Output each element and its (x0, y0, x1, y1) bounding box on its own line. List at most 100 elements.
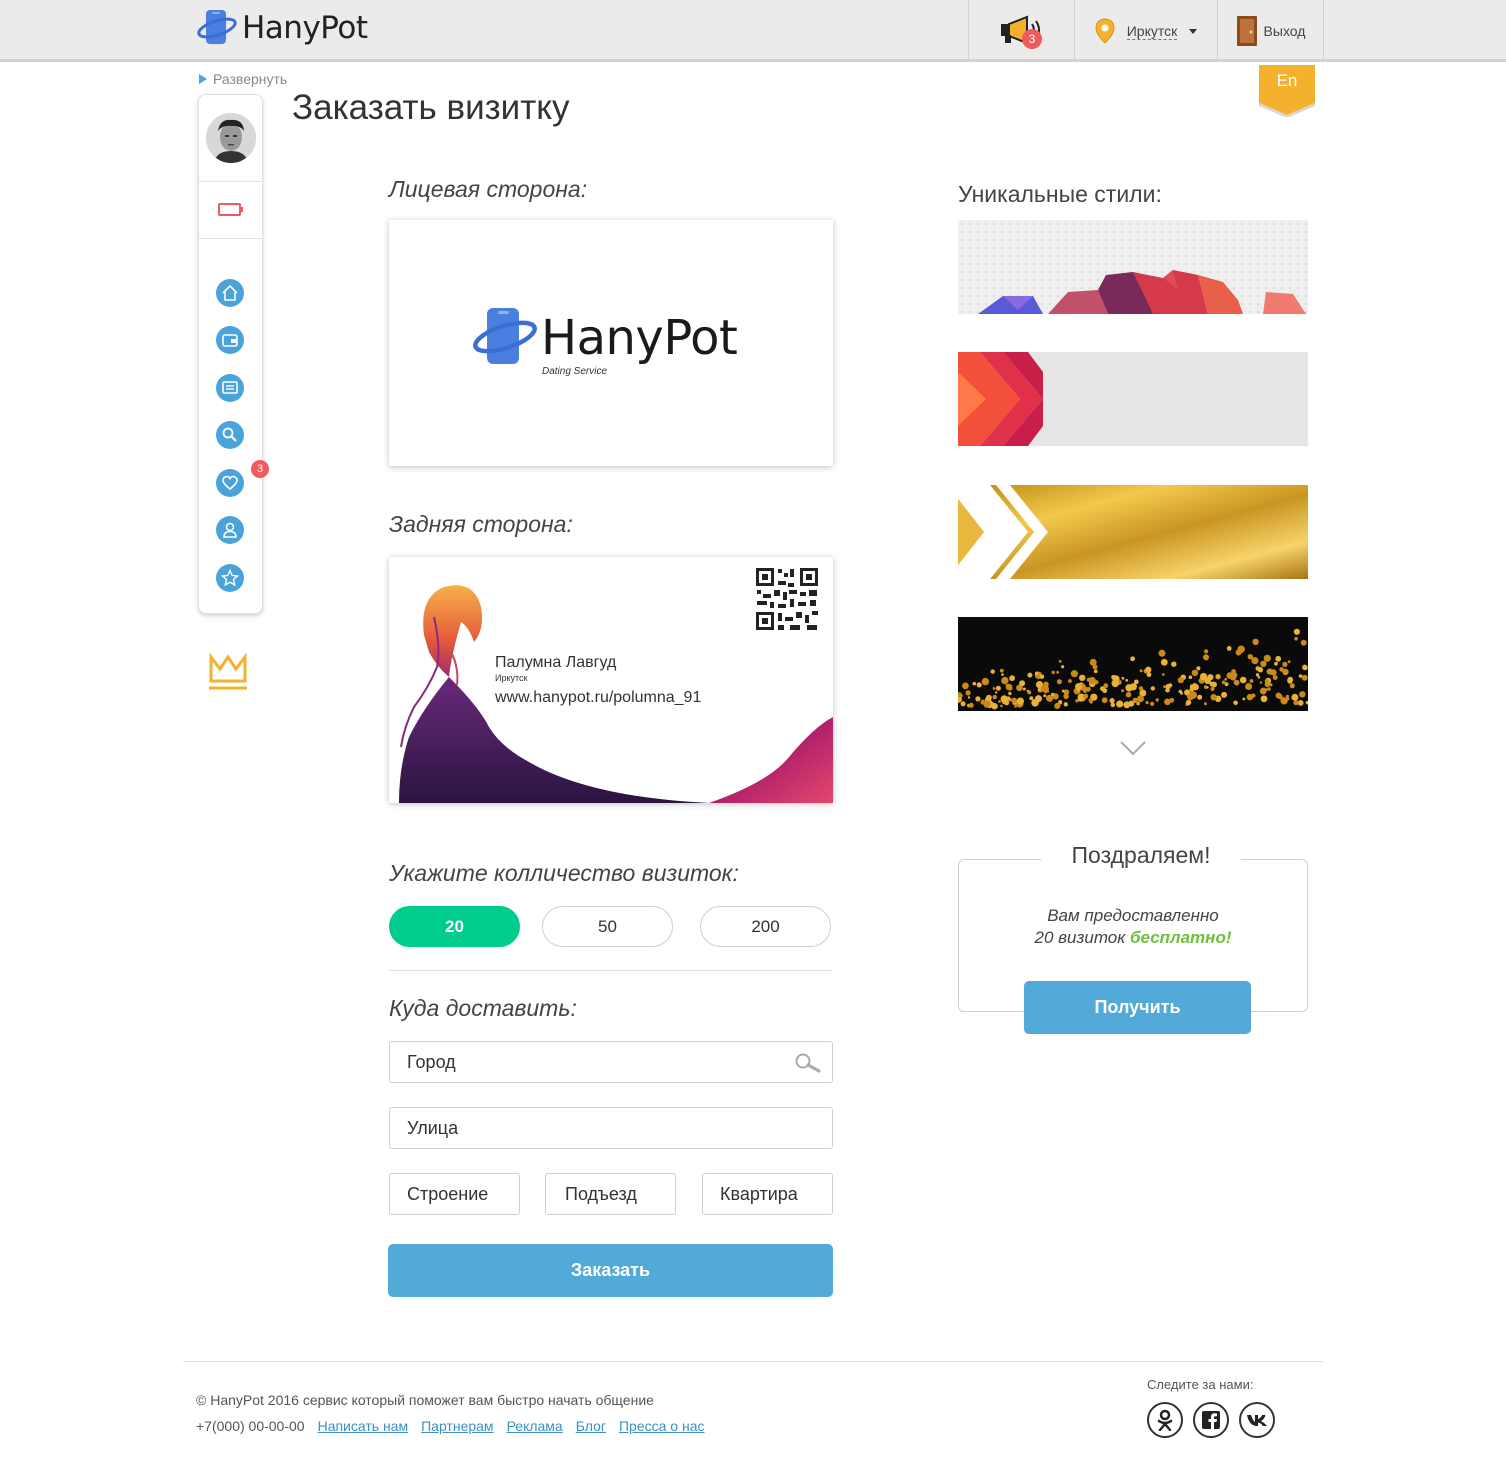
confetti-dot (1133, 679, 1139, 685)
avatar[interactable] (206, 113, 256, 163)
sidebar-item-wallet[interactable] (216, 326, 244, 354)
quantity-option-200[interactable]: 200 (700, 906, 831, 947)
confetti-dot (1035, 671, 1039, 675)
confetti-dot (1164, 698, 1171, 706)
section-divider (389, 970, 833, 971)
confetti-dot (1239, 676, 1247, 684)
vk-button[interactable] (1239, 1402, 1275, 1438)
front-card-preview[interactable]: HanyPot Dating Service (389, 220, 833, 466)
sidebar-item-favorites[interactable] (216, 564, 244, 592)
language-switch[interactable]: En (1259, 65, 1315, 117)
style-option-gold-confetti[interactable] (958, 617, 1308, 711)
confetti-dot (975, 696, 981, 702)
confetti-dot (1145, 666, 1152, 673)
expand-label: Развернуть (213, 71, 288, 87)
sidebar-expand-toggle[interactable]: Развернуть (199, 71, 287, 87)
confetti-dot (1011, 697, 1017, 704)
confetti-dot (995, 691, 998, 694)
confetti-dot (1274, 661, 1278, 666)
back-card-preview[interactable]: Палумна Лавгуд Иркутск www.hanypot.ru/po… (389, 557, 833, 803)
confetti-dot (1299, 691, 1306, 698)
confetti-dot (990, 669, 995, 674)
crown-icon (209, 652, 247, 690)
confetti-dot (1001, 673, 1004, 676)
confetti-dot (1160, 658, 1168, 666)
confetti-dot (1280, 697, 1288, 705)
congrats-title: Поздраляем! (1041, 842, 1241, 869)
confetti-dot (1204, 649, 1209, 654)
phone-planet-icon (473, 308, 537, 364)
facebook-button[interactable] (1193, 1402, 1229, 1438)
notifications-button[interactable]: 3 (968, 0, 1074, 62)
chevron-down-icon[interactable] (1120, 740, 1146, 756)
confetti-dot (1205, 657, 1208, 661)
building-input[interactable]: Строение (389, 1173, 520, 1215)
footer-link-partners[interactable]: Партнерам (421, 1418, 493, 1434)
confetti-dot (1109, 698, 1115, 704)
confetti-dot (1076, 687, 1081, 692)
sidebar-item-messages[interactable] (216, 374, 244, 402)
sidebar-item-likes[interactable]: 3 (216, 460, 269, 497)
confetti-dot (1043, 694, 1047, 698)
sidebar-divider (199, 238, 262, 239)
front-side-label: Лицевая сторона: (389, 176, 588, 202)
confetti-dot (1063, 702, 1068, 707)
confetti-dot (1260, 695, 1268, 703)
footer-copyright: © HanyPot 2016 сервис который поможет ва… (196, 1392, 654, 1408)
city-selector[interactable]: Иркутск (1074, 0, 1217, 62)
quantity-option-20[interactable]: 20 (389, 906, 520, 947)
triangle-right-icon (199, 74, 207, 84)
confetti-dot (1226, 646, 1232, 651)
sidebar-item-home[interactable] (216, 279, 244, 307)
footer-link-ads[interactable]: Реклама (507, 1418, 563, 1434)
confetti-dot (1293, 628, 1300, 635)
premium-crown-button[interactable] (208, 652, 248, 696)
get-free-button[interactable]: Получить (1024, 981, 1251, 1034)
confetti-dot (1116, 700, 1124, 708)
footer-phone: +7(000) 00-00-00 (196, 1418, 305, 1434)
odnoklassniki-button[interactable] (1147, 1402, 1183, 1438)
confetti-dot (1197, 694, 1203, 700)
city-input[interactable]: Город (389, 1041, 833, 1083)
profile-icon (223, 522, 237, 538)
logout-button[interactable]: Выход (1217, 0, 1324, 62)
style-option-red-chevrons[interactable] (958, 352, 1308, 446)
confetti-dot (999, 668, 1004, 673)
sidebar-item-search[interactable] (216, 421, 244, 449)
quantity-option-50[interactable]: 50 (542, 906, 673, 947)
confetti-dot (1155, 698, 1159, 702)
confetti-dot (1058, 700, 1063, 704)
footer-link-blog[interactable]: Блог (576, 1418, 606, 1434)
confetti-dot (1019, 680, 1026, 687)
confetti-dot (1187, 693, 1194, 701)
confetti-dot (1285, 694, 1290, 699)
confetti-dot (1242, 697, 1246, 701)
congrats-line-1: Вам предоставленно (1047, 906, 1219, 925)
vk-icon (1247, 1415, 1267, 1426)
site-logo[interactable]: HanyPot (196, 8, 368, 48)
confetti-dot (1165, 687, 1170, 693)
footer-link-contact[interactable]: Написать нам (318, 1418, 409, 1434)
footer-divider (183, 1361, 1323, 1362)
confetti-dot (1079, 674, 1086, 681)
street-input[interactable]: Улица (389, 1107, 833, 1149)
sidebar-item-profile[interactable] (216, 516, 244, 544)
confetti-dot (1224, 677, 1228, 681)
city-label: Иркутск (1126, 22, 1178, 40)
confetti-dot (1233, 679, 1240, 686)
confetti-dot (1269, 683, 1273, 687)
street-input-placeholder: Улица (407, 1117, 459, 1138)
confetti-dot (1009, 675, 1015, 682)
confetti-dot (1272, 675, 1278, 680)
entrance-input[interactable]: Подъезд (545, 1173, 676, 1215)
confetti-dot (1029, 696, 1034, 701)
footer-link-press[interactable]: Пресса о нас (619, 1418, 705, 1434)
styles-title: Уникальные стили: (958, 181, 1162, 207)
apartment-input[interactable]: Квартира (702, 1173, 833, 1215)
style-option-geometric-mountains[interactable] (958, 220, 1308, 314)
search-icon[interactable] (794, 1052, 822, 1074)
style-option-gold-foil[interactable] (958, 485, 1308, 579)
odnoklassniki-icon (1157, 1409, 1173, 1431)
confetti-dot (1257, 667, 1264, 673)
order-button[interactable]: Заказать (388, 1244, 833, 1297)
